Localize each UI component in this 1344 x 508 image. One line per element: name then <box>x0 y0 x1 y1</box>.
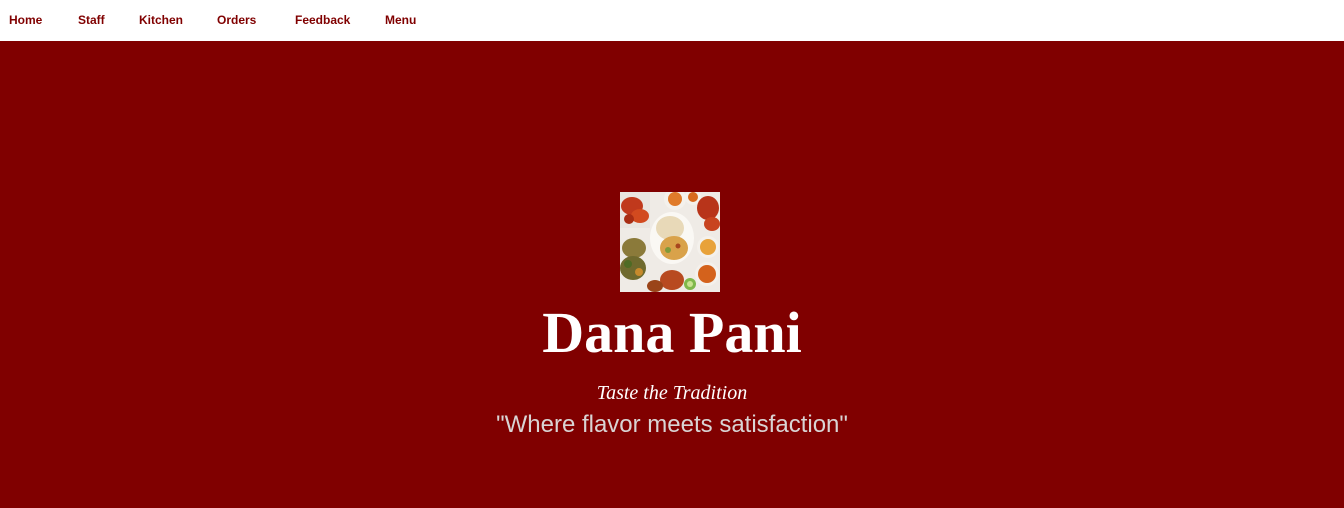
nav-link-feedback[interactable]: Feedback <box>295 13 350 27</box>
nav-link-orders[interactable]: Orders <box>217 13 256 27</box>
hero-section: Dana Pani Taste the Tradition "Where fla… <box>0 41 1344 508</box>
restaurant-name-heading: Dana Pani <box>542 300 802 365</box>
tagline-text: Taste the Tradition <box>596 382 748 404</box>
nav-link-kitchen[interactable]: Kitchen <box>139 13 183 27</box>
nav-link-home[interactable]: Home <box>9 13 42 27</box>
nav-link-staff[interactable]: Staff <box>78 13 105 27</box>
food-platter-logo-image <box>620 192 720 292</box>
slogan-quote: "Where flavor meets satisfaction" <box>496 411 848 438</box>
nav-link-menu[interactable]: Menu <box>385 13 416 27</box>
top-navigation: Home Staff Kitchen Orders Feedback Menu <box>0 0 1344 41</box>
